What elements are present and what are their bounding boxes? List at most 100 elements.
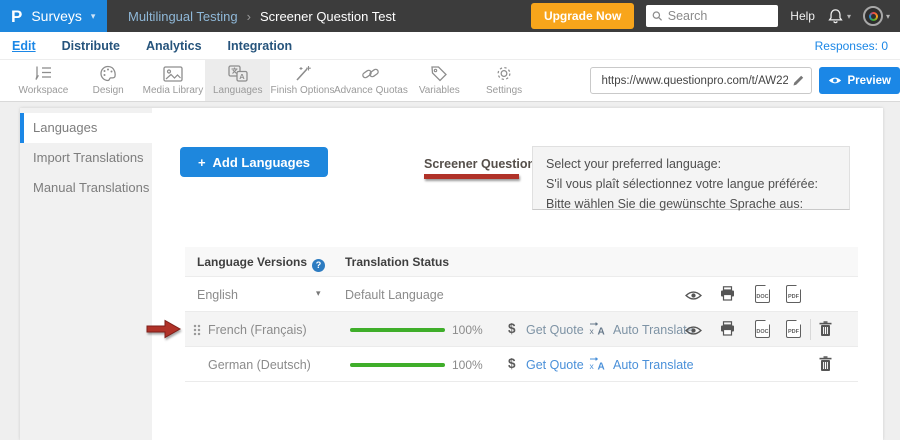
toolbar-item-variables[interactable]: Variables — [407, 60, 472, 101]
breadcrumb-parent[interactable]: Multilingual Testing — [128, 9, 238, 24]
default-language-label: Default Language — [345, 288, 444, 302]
edit-pencil-icon[interactable] — [792, 74, 805, 87]
delete-trash-icon[interactable] — [819, 321, 832, 342]
magic-wand-icon — [294, 65, 312, 82]
svg-text:A: A — [598, 327, 605, 336]
avatar — [863, 6, 883, 26]
table-header: Language Versions? Translation Status — [185, 247, 858, 277]
workspace-icon — [33, 65, 53, 82]
language-name[interactable]: French (Français) — [208, 323, 307, 337]
sidebar-item-manual-translations[interactable]: Manual Translations — [20, 173, 152, 203]
tab-distribute[interactable]: Distribute — [62, 39, 120, 53]
topbar-actions: Upgrade Now Help ▾ ▾ — [531, 3, 900, 29]
toolbar-item-workspace[interactable]: Workspace — [11, 60, 76, 101]
preview-button[interactable]: Preview — [819, 67, 899, 94]
toolbar-item-media-library[interactable]: Media Library — [141, 60, 206, 101]
edit-toolbar: Workspace Design Media Library A Languag… — [0, 59, 900, 102]
top-bar: P Surveys ▾ Multilingual Testing › Scree… — [0, 0, 900, 32]
sidebar-item-import-translations[interactable]: Import Translations — [20, 143, 152, 173]
language-name[interactable]: English — [197, 288, 238, 302]
toolbar-item-design[interactable]: Design — [76, 60, 141, 101]
preview-eye-icon[interactable] — [685, 323, 702, 341]
language-versions-table: Language Versions? Translation Status En… — [185, 247, 858, 382]
toolbar-item-languages[interactable]: A Languages — [205, 60, 270, 101]
languages-panel: Languages Import Translations Manual Tra… — [20, 108, 883, 440]
get-quote-link[interactable]: Get Quote — [526, 358, 584, 372]
toolbar-item-advance-quotas[interactable]: Advance Quotas — [335, 60, 407, 101]
toolbar-label: Finish Options — [271, 85, 335, 96]
toolbar-label: Variables — [419, 85, 460, 96]
upgrade-now-button[interactable]: Upgrade Now — [531, 3, 634, 29]
screener-question-label: Screener Question : — [424, 157, 543, 171]
auto-translate-link[interactable]: Auto Translate — [613, 323, 694, 337]
add-languages-label: Add Languages — [213, 155, 311, 170]
chevron-down-icon: ▾ — [91, 11, 96, 22]
delete-trash-icon[interactable] — [819, 356, 832, 377]
export-pdf-icon[interactable]: PDF — [786, 320, 801, 343]
bell-icon — [827, 8, 844, 25]
sidebar-item-languages[interactable]: Languages — [20, 113, 152, 143]
survey-url-field[interactable]: https://www.questionpro.com/t/AW22Zd50 — [590, 67, 812, 94]
gear-icon — [495, 65, 513, 82]
survey-url: https://www.questionpro.com/t/AW22Zd50 — [601, 75, 788, 87]
help-icon[interactable]: ? — [312, 259, 325, 272]
responses-count[interactable]: Responses: 0 — [815, 39, 888, 53]
auto-translate-link[interactable]: Auto Translate — [613, 358, 694, 372]
translate-icon[interactable]: xA — [589, 357, 607, 375]
table-row-german: German (Deutsch) 100% $ Get Quote xA Aut… — [185, 347, 858, 382]
drag-handle-icon[interactable] — [193, 324, 201, 336]
preview-eye-icon[interactable] — [685, 288, 702, 306]
languages-content: +Add Languages Screener Question : Selec… — [152, 108, 883, 440]
dollar-icon[interactable]: $ — [508, 321, 516, 336]
table-row-english: English ▾ Default Language DOC PDF — [185, 277, 858, 312]
svg-text:x: x — [590, 326, 595, 335]
add-languages-button[interactable]: +Add Languages — [180, 147, 328, 177]
toolbar-label: Advance Quotas — [334, 85, 408, 96]
toolbar-label: Settings — [486, 85, 522, 96]
tab-integration[interactable]: Integration — [228, 39, 293, 53]
media-library-icon — [163, 66, 183, 82]
toolbar-label: Workspace — [18, 85, 68, 96]
table-row-french: French (Français) 100% $ Get Quote xA Au… — [185, 312, 858, 347]
product-label: Surveys — [31, 8, 82, 24]
tag-icon — [430, 65, 448, 82]
annotation-arrow — [146, 319, 182, 339]
chevron-down-icon: ▾ — [886, 12, 890, 21]
breadcrumb-separator-icon: › — [247, 9, 251, 24]
print-icon[interactable] — [720, 321, 735, 341]
actions-divider — [810, 319, 811, 340]
account-menu[interactable]: ▾ — [863, 6, 890, 26]
translate-icon[interactable]: xA — [589, 322, 607, 340]
translation-progress-value: 100% — [452, 323, 483, 337]
toolbar-item-settings[interactable]: Settings — [472, 60, 537, 101]
screener-question-en: Select your preferred language: — [546, 154, 836, 174]
search-input[interactable] — [668, 9, 773, 23]
main-area: Languages Import Translations Manual Tra… — [0, 102, 900, 440]
questionpro-logo: P — [11, 8, 22, 25]
export-pdf-icon[interactable]: PDF — [786, 285, 801, 308]
export-doc-icon[interactable]: DOC — [755, 320, 770, 343]
tab-analytics[interactable]: Analytics — [146, 39, 202, 53]
column-translation-status: Translation Status — [345, 255, 449, 269]
export-doc-icon[interactable]: DOC — [755, 285, 770, 308]
surveys-product-menu[interactable]: P Surveys ▾ — [0, 0, 107, 32]
preview-label: Preview — [847, 75, 890, 87]
print-icon[interactable] — [720, 286, 735, 306]
notifications-button[interactable]: ▾ — [827, 8, 851, 25]
toolbar-label: Media Library — [143, 85, 204, 96]
design-palette-icon — [99, 65, 117, 82]
default-language-dropdown-icon[interactable]: ▾ — [316, 288, 321, 299]
translation-progress-value: 100% — [452, 358, 483, 372]
svg-text:A: A — [598, 362, 605, 371]
get-quote-link[interactable]: Get Quote — [526, 323, 584, 337]
survey-nav-tabs: Edit Distribute Analytics Integration Re… — [0, 32, 900, 59]
help-link[interactable]: Help — [790, 9, 815, 23]
language-name[interactable]: German (Deutsch) — [208, 358, 311, 372]
dollar-icon[interactable]: $ — [508, 356, 516, 371]
toolbar-label: Design — [93, 85, 124, 96]
screener-question-fr: S'il vous plaît sélectionnez votre langu… — [546, 174, 836, 194]
tab-edit[interactable]: Edit — [12, 39, 36, 53]
toolbar-item-finish-options[interactable]: Finish Options — [270, 60, 335, 101]
search-box[interactable] — [646, 5, 778, 27]
translation-progress-bar — [350, 363, 445, 367]
